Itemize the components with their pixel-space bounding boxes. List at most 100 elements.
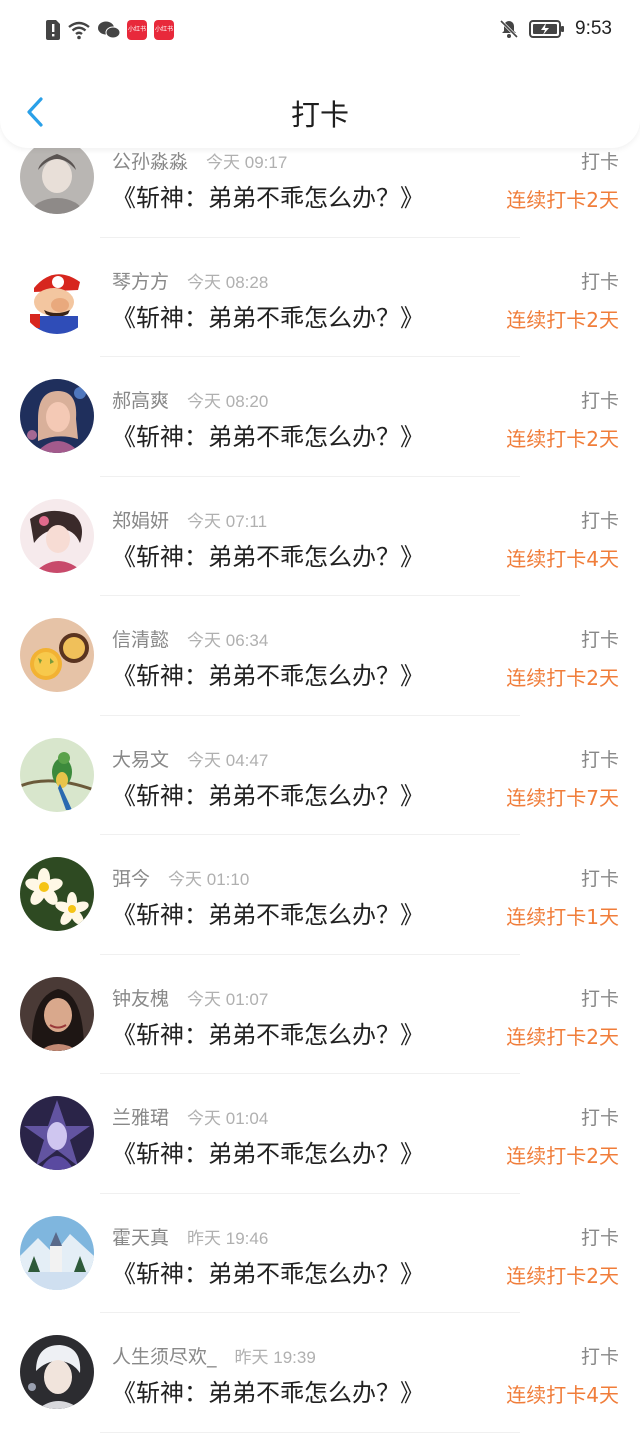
avatar[interactable] bbox=[20, 618, 94, 692]
list-item[interactable]: 郑娟妍 今天 07:11 《斩神：弟弟不乖怎么办？》 打卡 连续打卡4天 bbox=[0, 477, 640, 597]
wifi-icon bbox=[68, 21, 90, 40]
checkin-action-label: 打卡 bbox=[580, 748, 619, 771]
status-bar: 小红书 小红书 9:53 bbox=[0, 0, 640, 64]
list-item[interactable]: 大易文 今天 04:47 《斩神：弟弟不乖怎么办？》 打卡 连续打卡7天 bbox=[0, 716, 640, 836]
checkin-action-label: 打卡 bbox=[580, 1346, 619, 1368]
checkin-action-label: 打卡 bbox=[580, 509, 619, 532]
page-title: 打卡 bbox=[290, 98, 349, 132]
user-name-text: 公孙淼淼 bbox=[112, 151, 189, 173]
user-name-text: 大易文 bbox=[112, 748, 170, 771]
avatar-flowers-icon bbox=[20, 857, 94, 931]
battery-charging-icon bbox=[529, 20, 565, 38]
list-item[interactable]: 弭今 今天 01:10 《斩神：弟弟不乖怎么办？》 打卡 连续打卡1天 bbox=[0, 835, 640, 955]
user-name: 霍天真 昨天 19:46 bbox=[112, 1223, 268, 1250]
avatar[interactable] bbox=[20, 976, 94, 1051]
user-name-text: 兰雅珺 bbox=[112, 1107, 170, 1129]
avatar[interactable] bbox=[20, 498, 94, 573]
checkin-time: 今天 08:28 bbox=[187, 272, 269, 292]
checkin-time: 今天 07:11 bbox=[187, 511, 268, 531]
user-name: 琴方方 今天 08:28 bbox=[112, 267, 268, 294]
user-name: 信清懿 今天 06:34 bbox=[112, 625, 268, 652]
avatar-cupcakes-icon bbox=[20, 618, 94, 692]
book-title: 《斩神：弟弟不乖怎么办？》 bbox=[112, 1140, 424, 1168]
user-name-text: 郝高爽 bbox=[112, 390, 170, 412]
checkin-time: 昨天 19:39 bbox=[234, 1348, 316, 1367]
avatar[interactable] bbox=[20, 140, 94, 214]
streak-label: 连续打卡2天 bbox=[506, 666, 619, 690]
avatar[interactable] bbox=[20, 737, 94, 812]
checkin-time: 昨天 19:46 bbox=[187, 1228, 269, 1248]
list-item[interactable]: 钟友槐 今天 01:07 《斩神：弟弟不乖怎么办？》 打卡 连续打卡2天 bbox=[0, 955, 640, 1075]
checkin-action-label: 打卡 bbox=[580, 270, 619, 293]
list-item[interactable]: 人生须尽欢_ 昨天 19:39 《斩神：弟弟不乖怎么办？》 打卡 连续打卡4天 bbox=[0, 1313, 640, 1433]
avatar-woman-icon bbox=[20, 976, 94, 1051]
user-name-text: 郑娟妍 bbox=[112, 509, 170, 532]
user-name: 公孙淼淼 今天 09:17 bbox=[112, 147, 287, 174]
wechat-icon bbox=[98, 21, 120, 39]
status-icons-left: 小红书 小红书 bbox=[46, 20, 174, 40]
mute-bell-icon bbox=[499, 19, 519, 39]
book-title: 《斩神：弟弟不乖怎么办？》 bbox=[112, 1379, 424, 1407]
avatar-mario-icon bbox=[20, 259, 94, 334]
checkin-action-label: 打卡 bbox=[580, 151, 619, 173]
checkin-time: 今天 01:10 bbox=[168, 870, 250, 889]
xiaohongshu-app-icon: 小红书 bbox=[127, 20, 147, 40]
avatar-girl-gray-icon bbox=[20, 140, 94, 214]
list-item[interactable]: 霍天真 昨天 19:46 《斩神：弟弟不乖怎么办？》 打卡 连续打卡2天 bbox=[0, 1194, 640, 1314]
checkin-time: 今天 01:07 bbox=[187, 989, 269, 1009]
user-name-text: 弭今 bbox=[112, 868, 151, 890]
user-name: 弭今 今天 01:10 bbox=[112, 864, 249, 891]
status-icons-right: 9:53 bbox=[499, 18, 612, 40]
book-title: 《斩神：弟弟不乖怎么办？》 bbox=[112, 303, 424, 332]
avatar-boy-white-hair-icon bbox=[20, 1335, 94, 1409]
user-name-text: 信清懿 bbox=[112, 629, 170, 651]
xiaohongshu-app-icon: 小红书 bbox=[154, 20, 174, 40]
streak-label: 连续打卡7天 bbox=[506, 785, 619, 810]
book-title: 《斩神：弟弟不乖怎么办？》 bbox=[112, 184, 424, 212]
nav-header: 打卡 bbox=[0, 64, 640, 148]
avatar-fantasy-icon bbox=[20, 1096, 94, 1170]
book-title: 《斩神：弟弟不乖怎么办？》 bbox=[112, 1259, 424, 1288]
streak-label: 连续打卡4天 bbox=[506, 546, 619, 571]
user-name: 人生须尽欢_ 昨天 19:39 bbox=[112, 1342, 316, 1369]
list-item[interactable]: 兰雅珺 今天 01:04 《斩神：弟弟不乖怎么办？》 打卡 连续打卡2天 bbox=[0, 1074, 640, 1194]
streak-label: 连续打卡4天 bbox=[506, 1383, 619, 1407]
list-item[interactable]: 信清懿 今天 06:34 《斩神：弟弟不乖怎么办？》 打卡 连续打卡2天 bbox=[0, 596, 640, 716]
checkin-time: 今天 06:34 bbox=[187, 631, 269, 650]
streak-label: 连续打卡1天 bbox=[506, 905, 619, 929]
avatar[interactable] bbox=[20, 857, 94, 931]
user-name-text: 人生须尽欢_ bbox=[112, 1346, 217, 1368]
avatar-winter-church-icon bbox=[20, 1215, 94, 1290]
user-name-text: 钟友槐 bbox=[112, 987, 170, 1010]
checkin-action-label: 打卡 bbox=[580, 1226, 619, 1249]
avatar[interactable] bbox=[20, 1335, 94, 1409]
user-name: 钟友槐 今天 01:07 bbox=[112, 984, 268, 1011]
user-name: 郑娟妍 今天 07:11 bbox=[112, 506, 267, 533]
avatar[interactable] bbox=[20, 1215, 94, 1290]
avatar-bird-icon bbox=[20, 737, 94, 812]
checkin-time: 今天 01:04 bbox=[187, 1109, 269, 1128]
list-item[interactable]: 郝高爽 今天 08:20 《斩神：弟弟不乖怎么办？》 打卡 连续打卡2天 bbox=[0, 357, 640, 477]
avatar[interactable] bbox=[20, 259, 94, 334]
avatar-girl-pink-icon bbox=[20, 498, 94, 573]
avatar[interactable] bbox=[20, 379, 94, 453]
streak-label: 连续打卡2天 bbox=[506, 1263, 619, 1288]
sim-alert-icon bbox=[46, 20, 60, 40]
book-title: 《斩神：弟弟不乖怎么办？》 bbox=[112, 1020, 424, 1049]
book-title: 《斩神：弟弟不乖怎么办？》 bbox=[112, 781, 424, 810]
checkin-action-label: 打卡 bbox=[580, 629, 619, 651]
checkin-action-label: 打卡 bbox=[580, 868, 619, 890]
user-name-text: 琴方方 bbox=[112, 270, 170, 293]
checkin-list: 公孙淼淼 今天 09:17 《斩神：弟弟不乖怎么办？》 打卡 连续打卡2天 琴方方… bbox=[0, 118, 640, 1433]
book-title: 《斩神：弟弟不乖怎么办？》 bbox=[112, 662, 424, 690]
book-title: 《斩神：弟弟不乖怎么办？》 bbox=[112, 423, 424, 451]
checkin-action-label: 打卡 bbox=[580, 987, 619, 1010]
list-item[interactable]: 琴方方 今天 08:28 《斩神：弟弟不乖怎么办？》 打卡 连续打卡2天 bbox=[0, 238, 640, 358]
streak-label: 连续打卡2天 bbox=[506, 1144, 619, 1168]
avatar[interactable] bbox=[20, 1096, 94, 1170]
streak-label: 连续打卡2天 bbox=[506, 427, 619, 451]
status-time: 9:53 bbox=[575, 18, 612, 39]
checkin-action-label: 打卡 bbox=[580, 1107, 619, 1129]
checkin-time: 今天 08:20 bbox=[187, 392, 269, 411]
checkin-time: 今天 04:47 bbox=[187, 750, 269, 770]
